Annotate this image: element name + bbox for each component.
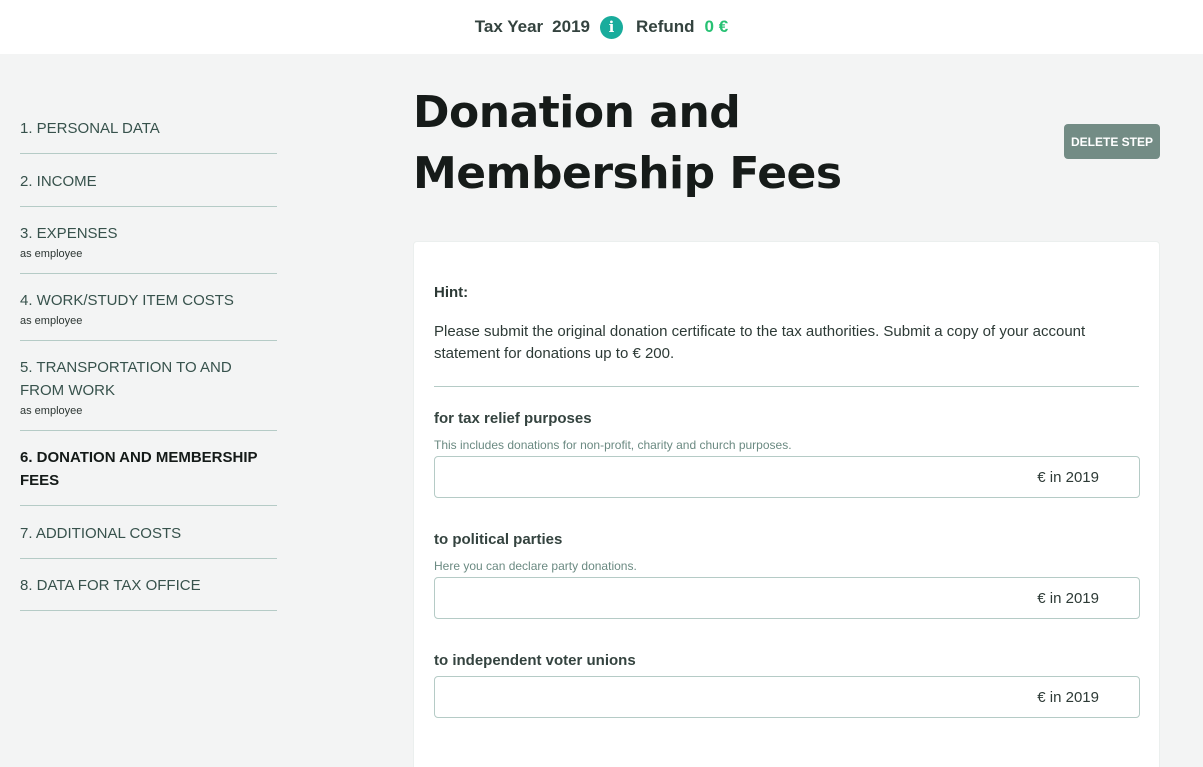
sidebar-item-sublabel: as employee [20, 315, 83, 327]
input-suffix: € in 2019 [1037, 468, 1099, 486]
sidebar-item-label: 6. DONATION AND MEMBERSHIP FEES [20, 449, 258, 489]
sidebar-item-work-study-costs[interactable]: 4. WORK/STUDY ITEM COSTS as employee [20, 287, 277, 341]
sidebar-item-label: 3. EXPENSES [20, 225, 118, 242]
sidebar-item-sublabel: as employee [20, 405, 83, 417]
tax-year-label: Tax Year [474, 17, 544, 36]
field-help: Here you can declare party donations. [434, 559, 637, 573]
sidebar-item-additional-costs[interactable]: 7. ADDITIONAL COSTS [20, 519, 277, 559]
sidebar-item-label: 1. PERSONAL DATA [20, 120, 160, 137]
tax-relief-field-group: for tax relief purposes This includes do… [434, 410, 1140, 498]
refund-label: Refund [636, 17, 695, 36]
hint-title: Hint: [434, 284, 469, 301]
input-suffix: € in 2019 [1037, 589, 1099, 607]
field-label: for tax relief purposes [434, 410, 592, 427]
sidebar-item-transportation[interactable]: 5. TRANSPORTATION TO AND FROM WORK as em… [20, 354, 277, 431]
main-content: Donation and Membership Fees DELETE STEP… [413, 82, 1160, 767]
tax-year-value[interactable]: 2019 [552, 17, 590, 37]
input-suffix: € in 2019 [1037, 688, 1099, 706]
sidebar-item-personal-data[interactable]: 1. PERSONAL DATA [20, 100, 277, 154]
voter-unions-field-group: to independent voter unions € in 2019 [434, 652, 1140, 718]
hint-text: Please submit the original donation cert… [434, 323, 1086, 362]
form-card: Hint: Please submit the original donatio… [413, 241, 1160, 767]
sidebar-item-sublabel: as employee [20, 248, 83, 260]
tax-relief-input[interactable]: € in 2019 [434, 456, 1140, 498]
political-parties-field-group: to political parties Here you can declar… [434, 531, 1140, 619]
sidebar-item-label: 8. DATA FOR TAX OFFICE [20, 577, 201, 594]
field-label: to independent voter unions [434, 652, 636, 669]
info-icon[interactable]: i [600, 15, 623, 39]
sidebar-item-donation-fees[interactable]: 6. DONATION AND MEMBERSHIP FEES [20, 444, 277, 506]
sidebar-item-expenses[interactable]: 3. EXPENSES as employee [20, 220, 277, 274]
sidebar-item-income[interactable]: 2. INCOME [20, 167, 277, 207]
top-bar: Tax Year 2019 i Refund 0 € [0, 0, 1203, 54]
sidebar-item-label: 4. WORK/STUDY ITEM COSTS [20, 292, 234, 309]
political-parties-input[interactable]: € in 2019 [434, 577, 1140, 619]
field-label: to political parties [434, 531, 563, 548]
steps-sidebar: 1. PERSONAL DATA 2. INCOME 3. EXPENSES a… [20, 100, 277, 624]
field-help: This includes donations for non-profit, … [434, 438, 792, 452]
delete-step-button[interactable]: DELETE STEP [1064, 124, 1160, 159]
sidebar-item-label: 2. INCOME [20, 173, 97, 190]
voter-unions-input[interactable]: € in 2019 [434, 676, 1140, 718]
sidebar-item-label: 7. ADDITIONAL COSTS [20, 525, 182, 542]
sidebar-item-label: 5. TRANSPORTATION TO AND FROM WORK [20, 359, 232, 399]
page-title: Donation and Membership Fees [413, 87, 842, 199]
refund-value: 0 € [704, 17, 729, 36]
divider [434, 386, 1139, 387]
sidebar-item-data-for-tax-office[interactable]: 8. DATA FOR TAX OFFICE [20, 572, 277, 611]
